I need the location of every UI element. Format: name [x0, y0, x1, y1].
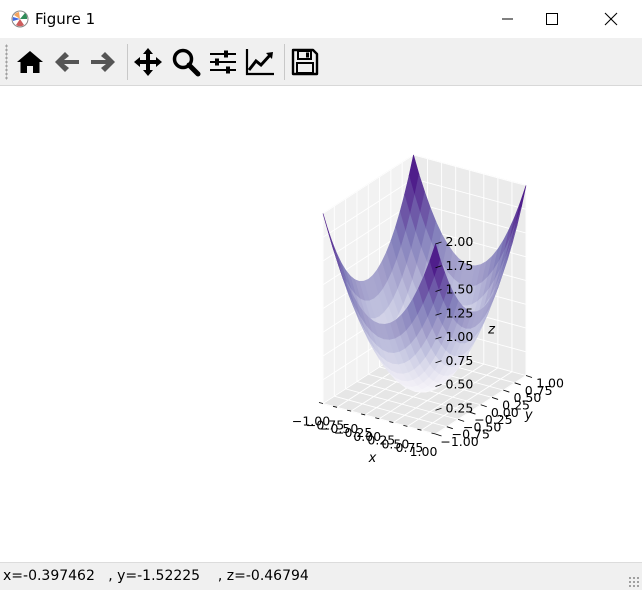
axis-tick: [514, 382, 521, 386]
minimize-button[interactable]: [484, 0, 530, 38]
zoom-icon: [172, 48, 201, 77]
toolbar-separator: [127, 44, 128, 80]
home-button[interactable]: [14, 46, 46, 78]
axis-tick: [525, 375, 533, 378]
zoom-button[interactable]: [170, 46, 202, 78]
z-tick-label: 1.25: [446, 305, 474, 320]
customize-icon: [245, 49, 274, 76]
home-icon: [17, 51, 43, 73]
z-tick-label: 1.75: [446, 258, 474, 273]
forward-button[interactable]: [87, 46, 119, 78]
x-tick-label: 1.00: [410, 444, 438, 459]
axis-tick: [491, 397, 499, 400]
customize-button[interactable]: [244, 46, 276, 78]
back-button[interactable]: [51, 46, 83, 78]
size-grip[interactable]: [628, 576, 640, 588]
y-tick-label: 1.00: [536, 376, 564, 391]
pan-icon: [134, 48, 162, 76]
subplots-icon: [210, 50, 236, 74]
axis-tick: [318, 402, 324, 404]
window-title: Figure 1: [35, 10, 96, 28]
x-axis-label: x: [368, 451, 377, 466]
forward-arrow-icon: [91, 52, 115, 72]
z-tick-label: 0.25: [446, 400, 474, 415]
title-bar: Figure 1: [0, 0, 642, 38]
z-tick-label: 1.50: [446, 282, 474, 297]
z-axis-label: z: [487, 323, 496, 338]
save-icon: [291, 48, 319, 76]
toolbar-grip[interactable]: [5, 44, 8, 80]
maximize-icon: [546, 13, 558, 25]
y-axis-label: y: [524, 408, 533, 423]
z-tick-label: 2.00: [446, 234, 474, 249]
axis-tick: [503, 389, 510, 393]
surface-plot[interactable]: −1.00−0.75−0.50−0.250.000.250.500.751.00…: [0, 86, 642, 562]
close-button[interactable]: [588, 0, 634, 38]
close-icon: [604, 12, 618, 26]
cursor-coordinates: x=-0.397462 , y=-1.52225 , z=-0.46794: [3, 568, 309, 584]
back-arrow-icon: [55, 52, 79, 72]
z-tick-label: 0.50: [446, 377, 474, 392]
figure-canvas[interactable]: −1.00 −0.75 −0.50 −0.25 0.00 0.25 0.50 0.75 1.00…: [0, 86, 642, 562]
subplots-button[interactable]: [207, 46, 239, 78]
minimize-icon: [502, 18, 513, 20]
navigation-toolbar: [0, 38, 642, 86]
pan-button[interactable]: [132, 46, 164, 78]
status-bar: x=-0.397462 , y=-1.52225 , z=-0.46794: [0, 562, 642, 590]
z-tick-label: 1.00: [446, 329, 474, 344]
toolbar-separator: [284, 44, 285, 80]
matplotlib-app-icon: [11, 10, 29, 28]
z-tick-label: 0.75: [446, 353, 474, 368]
save-button[interactable]: [289, 46, 321, 78]
axis-tick: [480, 404, 487, 408]
maximize-button[interactable]: [529, 0, 575, 38]
